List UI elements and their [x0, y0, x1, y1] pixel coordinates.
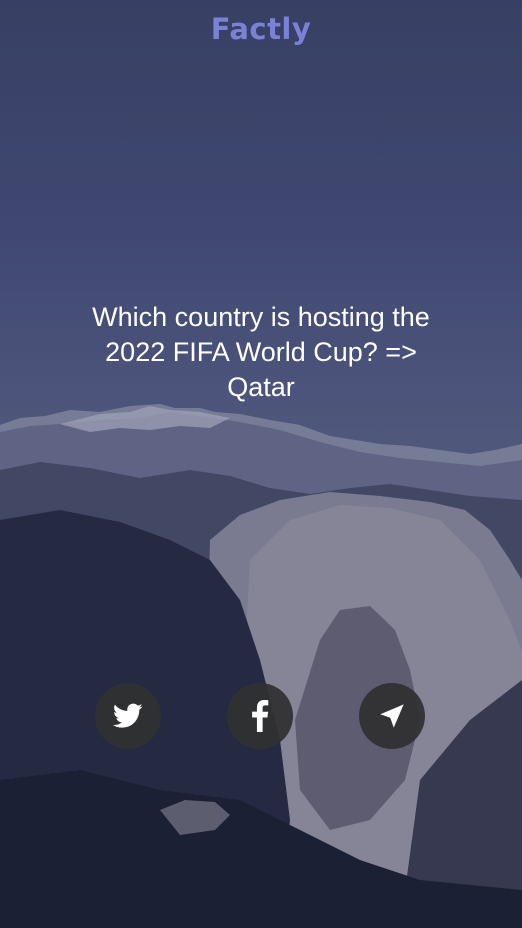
- fact-text: Which country is hosting the 2022 FIFA W…: [92, 302, 430, 402]
- share-bar: [0, 683, 522, 750]
- navigation-arrow-icon: [378, 702, 406, 730]
- twitter-icon: [113, 703, 143, 729]
- facebook-share-button[interactable]: [227, 683, 293, 749]
- send-share-button[interactable]: [359, 683, 425, 749]
- app-title: Factly: [210, 12, 312, 46]
- twitter-share-button[interactable]: [95, 683, 161, 749]
- background-tint: [0, 0, 522, 928]
- app-screen: Factly Which country is hosting the 2022…: [0, 0, 522, 928]
- facebook-icon: [251, 700, 269, 732]
